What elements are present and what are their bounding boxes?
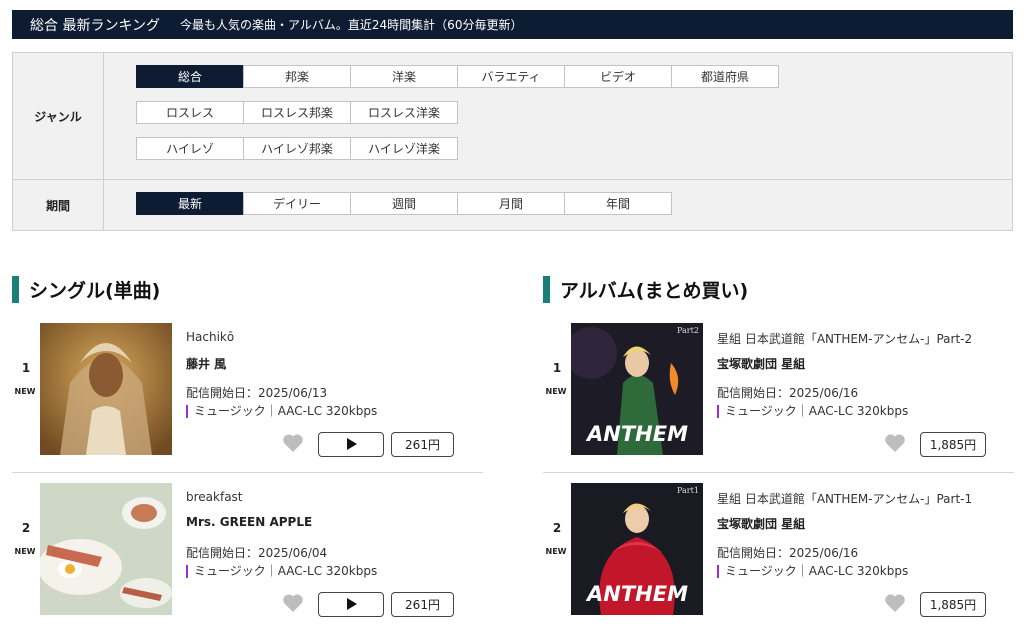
single-ranking-item: 1 NEW Hachikō 藤井 風 配信開始日：2025/06/13 ミュージ… xyxy=(12,323,483,473)
play-button[interactable] xyxy=(318,592,384,617)
genre-button-hires-western[interactable]: ハイレゾ洋楽 xyxy=(350,137,458,160)
genre-filter-row: ジャンル 総合 邦楽 洋楽 バラエティ ビデオ 都道府県 ロスレス ロスレス邦楽… xyxy=(13,53,1012,180)
artist-name[interactable]: 宝塚歌劇団 星組 xyxy=(717,355,805,372)
rank-number: 2 xyxy=(552,521,562,535)
release-date: 配信開始日：2025/06/16 xyxy=(717,386,859,400)
format-info: ミュージック｜AAC-LC 320kbps xyxy=(186,405,377,418)
new-badge: NEW xyxy=(14,387,36,396)
heart-icon[interactable] xyxy=(884,593,906,613)
price-button[interactable]: 1,885円 xyxy=(920,592,986,617)
albums-heading: アルバム(まとめ買い) xyxy=(543,276,748,303)
price-button[interactable]: 261円 xyxy=(391,432,454,457)
period-button-monthly[interactable]: 月間 xyxy=(457,192,565,215)
heart-icon[interactable] xyxy=(884,433,906,453)
single-ranking-item: 2 NEW breakfast Mrs. GREEN APPLE 配信開始日：2… xyxy=(12,483,483,625)
rank-number: 1 xyxy=(552,361,562,375)
release-date: 配信開始日：2025/06/13 xyxy=(186,386,328,400)
genre-button-prefecture[interactable]: 都道府県 xyxy=(671,65,779,88)
jacket-logo-text: ANTHEM xyxy=(585,422,688,446)
period-button-yearly[interactable]: 年間 xyxy=(564,192,672,215)
album-title[interactable]: 星組 日本武道館「ANTHEM-アンセム-」Part-2 xyxy=(717,330,972,347)
play-icon xyxy=(346,435,357,454)
heading-accent-bar xyxy=(543,276,550,303)
genre-button-row-1: 総合 邦楽 洋楽 バラエティ ビデオ 都道府県 xyxy=(136,65,779,88)
period-button-weekly[interactable]: 週間 xyxy=(350,192,458,215)
rank-number: 1 xyxy=(21,361,31,375)
new-badge: NEW xyxy=(545,387,567,396)
ranking-header: 総合 最新ランキング 今最も人気の楽曲・アルバム。直近24時間集計（60分毎更新… xyxy=(12,10,1013,39)
rank-number: 2 xyxy=(21,521,31,535)
genre-label: ジャンル xyxy=(13,53,104,179)
track-title[interactable]: breakfast xyxy=(186,490,243,504)
artist-name[interactable]: Mrs. GREEN APPLE xyxy=(186,515,312,529)
genre-button-video[interactable]: ビデオ xyxy=(564,65,672,88)
release-date: 配信開始日：2025/06/04 xyxy=(186,546,328,560)
format-info: ミュージック｜AAC-LC 320kbps xyxy=(186,565,377,578)
jacket-part-label: Part2 xyxy=(677,326,699,335)
genre-button-hires-japanese[interactable]: ハイレゾ邦楽 xyxy=(243,137,351,160)
track-title[interactable]: Hachikō xyxy=(186,330,234,344)
price-button[interactable]: 261円 xyxy=(391,592,454,617)
album-ranking-item: 2 NEW Part1 ANTHEM 星組 日本武道館「ANTHEM-アンセム-… xyxy=(543,483,1014,625)
period-button-latest[interactable]: 最新 xyxy=(136,192,244,215)
genre-button-lossless-western[interactable]: ロスレス洋楽 xyxy=(350,101,458,124)
price-button[interactable]: 1,885円 xyxy=(920,432,986,457)
period-label: 期間 xyxy=(13,180,104,231)
genre-button-japanese[interactable]: 邦楽 xyxy=(243,65,351,88)
genre-button-western[interactable]: 洋楽 xyxy=(350,65,458,88)
page-subtitle: 今最も人気の楽曲・アルバム。直近24時間集計（60分毎更新） xyxy=(180,18,523,32)
genre-button-lossless-japanese[interactable]: ロスレス邦楽 xyxy=(243,101,351,124)
album-jacket[interactable]: Part2 ANTHEM xyxy=(571,323,703,455)
artist-name[interactable]: 藤井 風 xyxy=(186,355,226,372)
singles-heading: シングル(単曲) xyxy=(12,276,160,303)
jacket-logo-text: ANTHEM xyxy=(585,582,688,606)
singles-heading-text: シングル(単曲) xyxy=(29,280,161,302)
genre-button-row-2: ロスレス ロスレス邦楽 ロスレス洋楽 xyxy=(136,101,458,124)
release-date: 配信開始日：2025/06/16 xyxy=(717,546,859,560)
filter-panel: ジャンル 総合 邦楽 洋楽 バラエティ ビデオ 都道府県 ロスレス ロスレス邦楽… xyxy=(12,52,1013,231)
jacket-part-label: Part1 xyxy=(677,486,699,495)
period-button-row: 最新 デイリー 週間 月間 年間 xyxy=(136,192,672,215)
play-icon xyxy=(346,595,357,614)
format-info: ミュージック｜AAC-LC 320kbps xyxy=(717,565,908,578)
heading-accent-bar xyxy=(12,276,19,303)
genre-button-lossless[interactable]: ロスレス xyxy=(136,101,244,124)
play-button[interactable] xyxy=(318,432,384,457)
new-badge: NEW xyxy=(545,547,567,556)
format-info: ミュージック｜AAC-LC 320kbps xyxy=(717,405,908,418)
heart-icon[interactable] xyxy=(282,433,304,453)
albums-heading-text: アルバム(まとめ買い) xyxy=(560,280,749,302)
genre-button-hires[interactable]: ハイレゾ xyxy=(136,137,244,160)
album-ranking-item: 1 NEW Part2 ANTHEM 星組 日本武道館「ANTHEM-アンセム-… xyxy=(543,323,1014,473)
heart-icon[interactable] xyxy=(282,593,304,613)
album-jacket[interactable] xyxy=(40,323,172,455)
genre-button-variety[interactable]: バラエティ xyxy=(457,65,565,88)
artist-name[interactable]: 宝塚歌劇団 星組 xyxy=(717,515,805,532)
genre-button-row-3: ハイレゾ ハイレゾ邦楽 ハイレゾ洋楽 xyxy=(136,137,458,160)
page-title: 総合 最新ランキング xyxy=(30,17,161,34)
genre-button-all[interactable]: 総合 xyxy=(136,65,244,88)
new-badge: NEW xyxy=(14,547,36,556)
album-jacket[interactable] xyxy=(40,483,172,615)
period-button-daily[interactable]: デイリー xyxy=(243,192,351,215)
album-jacket[interactable]: Part1 ANTHEM xyxy=(571,483,703,615)
album-title[interactable]: 星組 日本武道館「ANTHEM-アンセム-」Part-1 xyxy=(717,490,972,507)
period-filter-row: 期間 最新 デイリー 週間 月間 年間 xyxy=(13,180,1012,231)
